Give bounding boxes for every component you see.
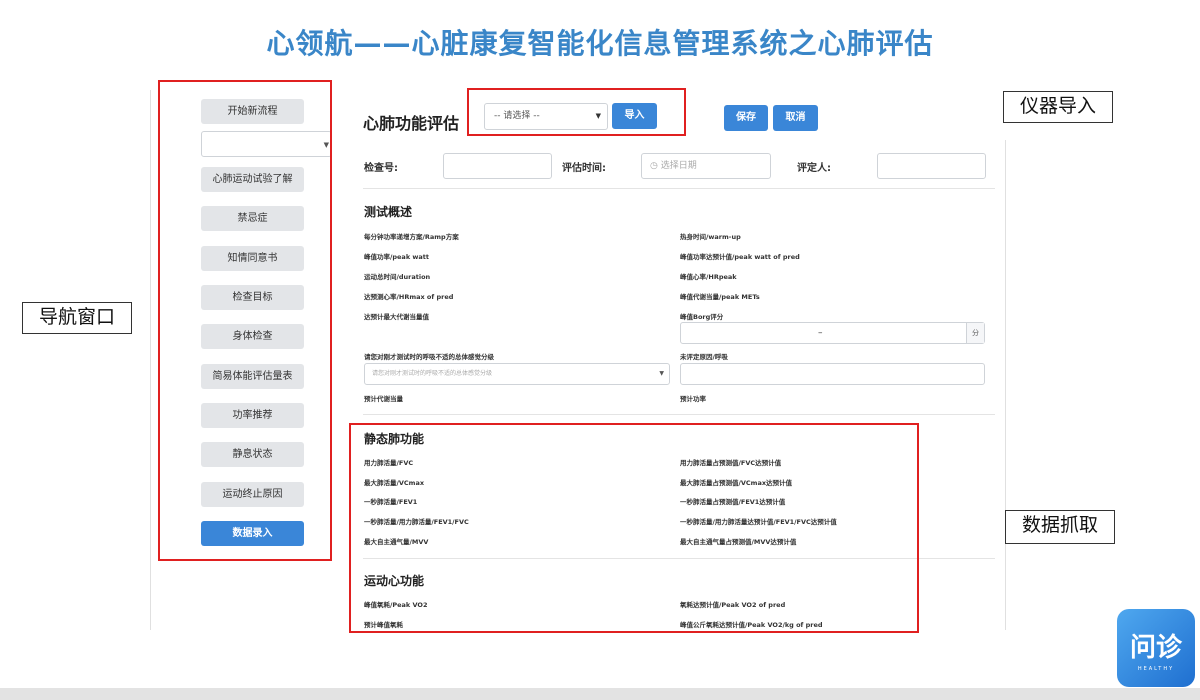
borg-score-unit: 分 [966, 323, 984, 343]
eval-time-label: 评估时间: [562, 163, 606, 174]
page-title: 心领航——心脏康复智能化信息管理系统之心肺评估 [266, 27, 934, 60]
divider [363, 414, 995, 415]
overview-field: 峰值心率/HRpeak [680, 273, 737, 281]
overview-field: 峰值功率达预计值/peak watt of pred [680, 253, 800, 261]
date-placeholder: 选择日期 [660, 161, 697, 171]
overview-field: 热身时间/warm-up [680, 233, 741, 241]
overview-field: 峰值代谢当量/peak METs [680, 293, 760, 301]
nav-highlight-box [158, 80, 332, 561]
overview-field: 峰值Borg评分 [680, 313, 724, 321]
overview-field: 运动总时间/duration [364, 273, 431, 281]
breath-select[interactable]: 请您对刚才测试时的呼吸不适的总体感觉分级 ▼ [364, 363, 670, 385]
panel-title: 心肺功能评估 [363, 114, 460, 133]
borg-score-field[interactable]: – 分 [680, 322, 985, 344]
overview-field: 峰值功率/peak watt [364, 253, 430, 261]
callout-device-import: 仪器导入 [1003, 91, 1113, 123]
unfinished-reason-label: 未评定原因/呼吸 [680, 353, 728, 361]
breath-select-placeholder: 请您对刚才测试时的呼吸不适的总体感觉分级 [372, 370, 493, 377]
borg-score-value: – [818, 328, 823, 338]
breath-label: 请您对刚才测试时的呼吸不适的总体感觉分级 [364, 353, 494, 361]
predicted-met-label: 预计代谢当量 [364, 395, 403, 403]
import-highlight-box [467, 88, 686, 136]
callout-nav-window: 导航窗口 [22, 302, 132, 334]
cancel-button[interactable]: 取消 [773, 105, 818, 131]
callout-data-capture: 数据抓取 [1005, 510, 1115, 544]
overview-field: 每分钟功率递增方案/Ramp方案 [364, 233, 459, 241]
exam-no-label: 检查号: [364, 163, 398, 174]
data-highlight-box [349, 423, 919, 633]
chevron-down-icon: ▼ [659, 370, 664, 377]
predicted-power-label: 预计功率 [680, 395, 706, 403]
logo-subtext: HEALTHY [1137, 666, 1175, 672]
clock-icon: ◷ [650, 161, 658, 171]
save-button[interactable]: 保存 [724, 105, 768, 131]
divider [1005, 140, 1006, 630]
overview-field: 达预测心率/HRmax of pred [364, 293, 454, 301]
unfinished-reason-field[interactable] [680, 363, 985, 385]
date-field[interactable]: ◷ 选择日期 [641, 153, 771, 179]
divider [150, 90, 151, 630]
evaluator-field[interactable] [877, 153, 986, 179]
divider [363, 188, 995, 189]
overview-field: 达预计最大代谢当量值 [364, 313, 429, 321]
app-logo: 问诊 HEALTHY [1117, 609, 1195, 687]
slide: 心领航——心脏康复智能化信息管理系统之心肺评估 导航窗口 仪器导入 数据抓取 开… [0, 0, 1200, 700]
overview-title: 测试概述 [364, 205, 413, 219]
evaluator-label: 评定人: [797, 163, 831, 174]
bottom-bar [0, 688, 1200, 700]
logo-text: 问诊 [1129, 633, 1182, 663]
exam-no-field[interactable] [443, 153, 552, 179]
